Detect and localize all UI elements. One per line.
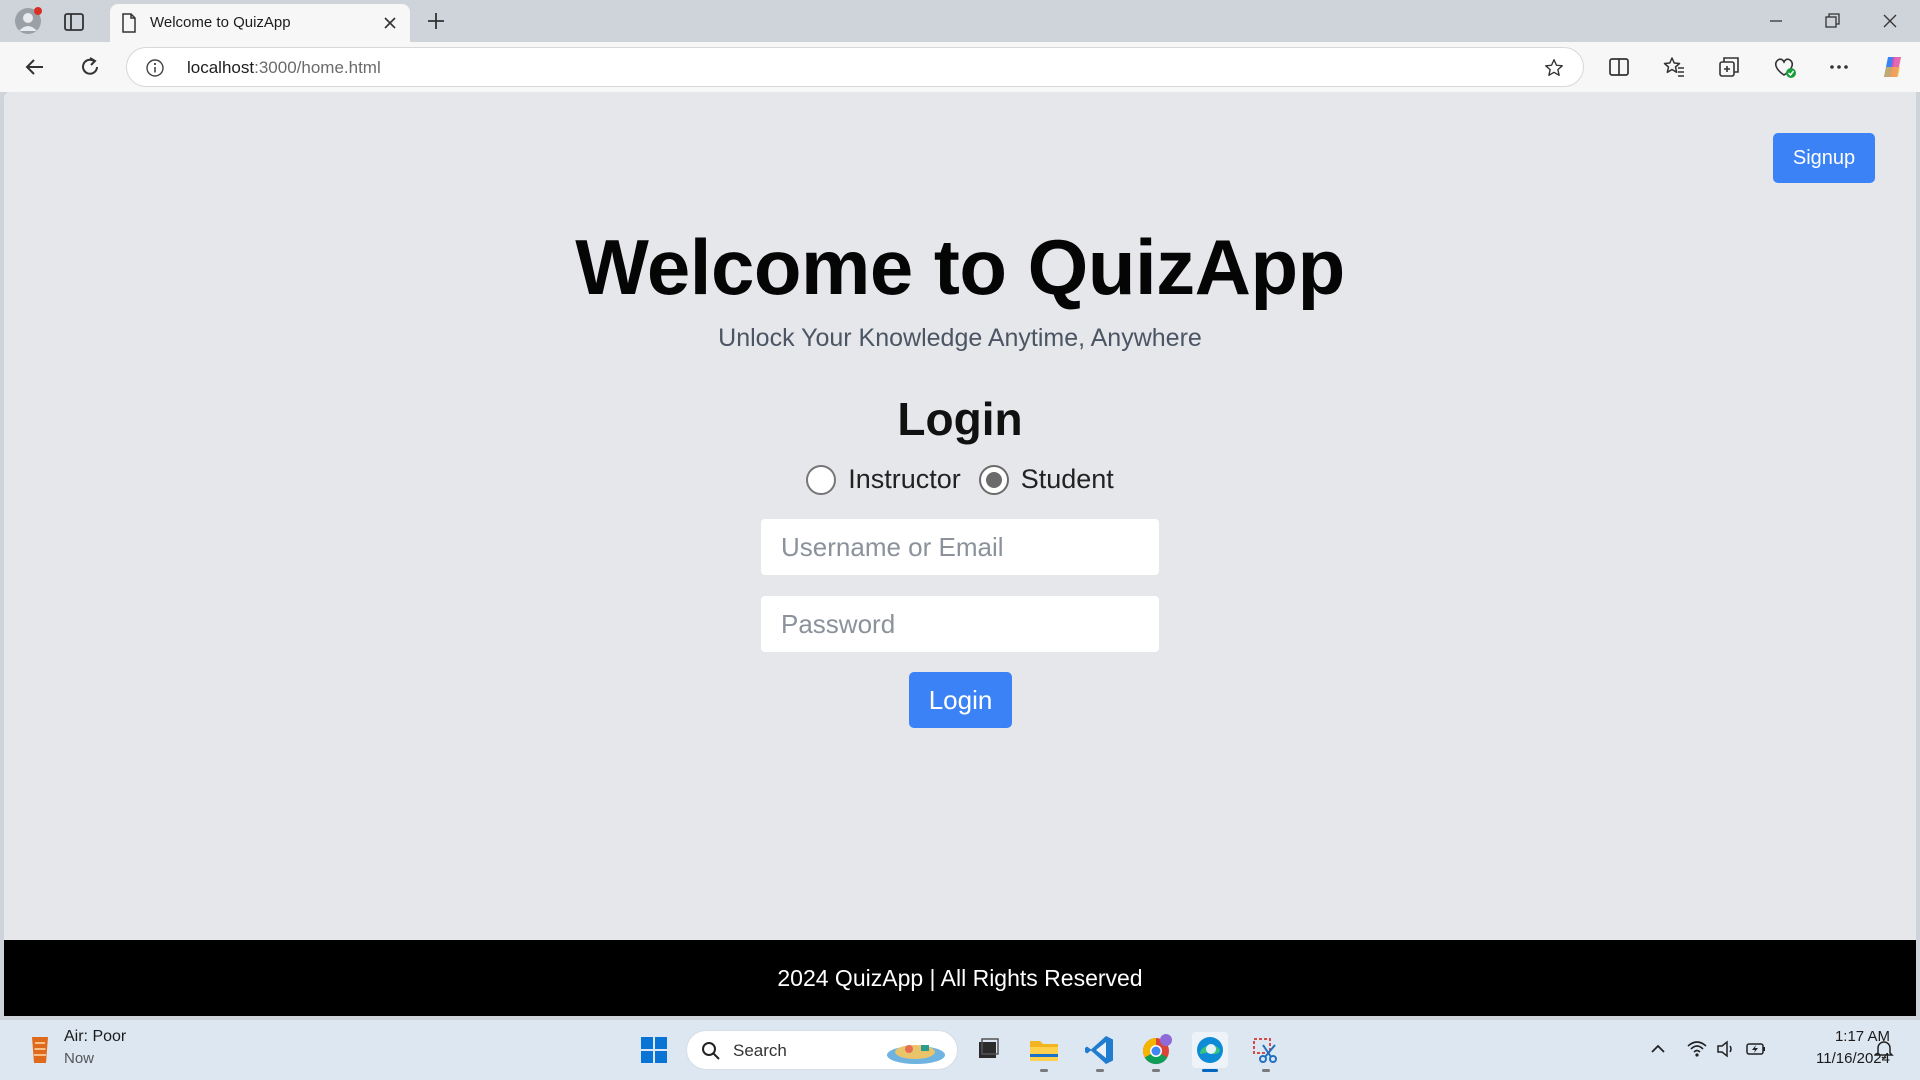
search-label: Search (733, 1041, 787, 1060)
document-icon (122, 13, 136, 33)
snipping-tool-app[interactable] (1248, 1032, 1284, 1072)
active-indicator (1202, 1069, 1218, 1072)
windows-start-icon[interactable] (640, 1036, 668, 1064)
instructor-label: Instructor (848, 464, 961, 494)
snipping-tool-icon (1253, 1038, 1277, 1063)
password-input[interactable] (761, 596, 1159, 652)
copilot-icon[interactable] (1880, 54, 1906, 80)
wifi-icon[interactable] (1686, 1038, 1708, 1060)
chrome-icon (1142, 1034, 1172, 1065)
info-icon[interactable] (145, 58, 165, 78)
browser-essentials-icon[interactable] (1771, 54, 1797, 80)
file-explorer-app[interactable] (1026, 1032, 1062, 1072)
file-explorer-icon (1030, 1041, 1058, 1061)
refresh-icon[interactable] (77, 54, 103, 80)
page-viewport: Signup Welcome to QuizApp Unlock Your Kn… (4, 92, 1916, 1016)
minimize-icon[interactable] (1762, 8, 1790, 34)
back-icon[interactable] (22, 54, 48, 80)
battery-icon[interactable] (1745, 1038, 1767, 1060)
vscode-app[interactable] (1082, 1032, 1118, 1072)
role-instructor[interactable]: Instructor (806, 464, 961, 495)
close-icon[interactable] (380, 13, 400, 33)
taskbar-search[interactable]: Search (686, 1030, 958, 1070)
favorites-icon[interactable] (1661, 54, 1687, 80)
notification-bell-icon[interactable] (1873, 1038, 1895, 1060)
vscode-icon (1085, 1036, 1113, 1064)
url-text[interactable]: localhost:3000/home.html (187, 58, 381, 78)
search-highlight-icon (887, 1045, 945, 1064)
task-view-app[interactable] (970, 1032, 1006, 1068)
running-indicator (1262, 1069, 1270, 1072)
running-indicator (1096, 1069, 1104, 1072)
page-footer: 2024 QuizApp | All Rights Reserved (4, 940, 1916, 1016)
page-subtitle: Unlock Your Knowledge Anytime, Anywhere (718, 324, 1202, 352)
profile-icon[interactable] (14, 7, 42, 35)
collections-icon[interactable] (1716, 54, 1742, 80)
browser-toolbar: localhost:3000/home.html (0, 42, 1920, 92)
window-close-icon[interactable] (1876, 8, 1904, 34)
login-heading: Login (897, 393, 1023, 445)
search-icon (702, 1042, 720, 1060)
role-selector: Instructor Student (4, 464, 1916, 495)
page-title: Welcome to QuizApp (575, 223, 1345, 311)
address-bar[interactable]: localhost:3000/home.html (126, 47, 1584, 87)
weather-title[interactable]: Air: Poor (64, 1028, 126, 1046)
student-label: Student (1020, 464, 1114, 494)
tab-title: Welcome to QuizApp (150, 14, 291, 31)
student-radio[interactable] (978, 464, 1009, 495)
signup-button[interactable]: Signup (1773, 133, 1875, 183)
more-icon[interactable] (1826, 54, 1852, 80)
username-input[interactable] (761, 519, 1159, 575)
volume-icon[interactable] (1715, 1038, 1737, 1060)
split-screen-icon[interactable] (1606, 54, 1632, 80)
url-host: localhost (187, 58, 255, 77)
air-quality-icon[interactable] (26, 1031, 54, 1067)
star-icon[interactable] (1543, 57, 1565, 79)
edge-app[interactable] (1192, 1032, 1228, 1072)
weather-subtitle: Now (64, 1050, 95, 1067)
running-indicator (1152, 1069, 1160, 1072)
windows-taskbar: Air: Poor Now Search 1:17 AM 11/16/2024 (0, 1020, 1920, 1080)
login-button[interactable]: Login (909, 672, 1012, 728)
browser-tab-bar: Welcome to QuizApp (0, 0, 1920, 42)
tab-quizapp[interactable]: Welcome to QuizApp (110, 4, 410, 42)
tab-actions-icon[interactable] (62, 10, 86, 34)
restore-icon[interactable] (1818, 8, 1846, 34)
edge-icon (1197, 1037, 1223, 1063)
chevron-up-icon[interactable] (1647, 1038, 1669, 1060)
new-tab-icon[interactable] (424, 9, 448, 33)
instructor-radio[interactable] (806, 464, 837, 495)
chrome-app[interactable] (1138, 1032, 1174, 1072)
role-student[interactable]: Student (978, 464, 1114, 495)
task-view-icon (979, 1038, 999, 1058)
url-path: :3000/home.html (254, 58, 381, 77)
running-indicator (1040, 1069, 1048, 1072)
